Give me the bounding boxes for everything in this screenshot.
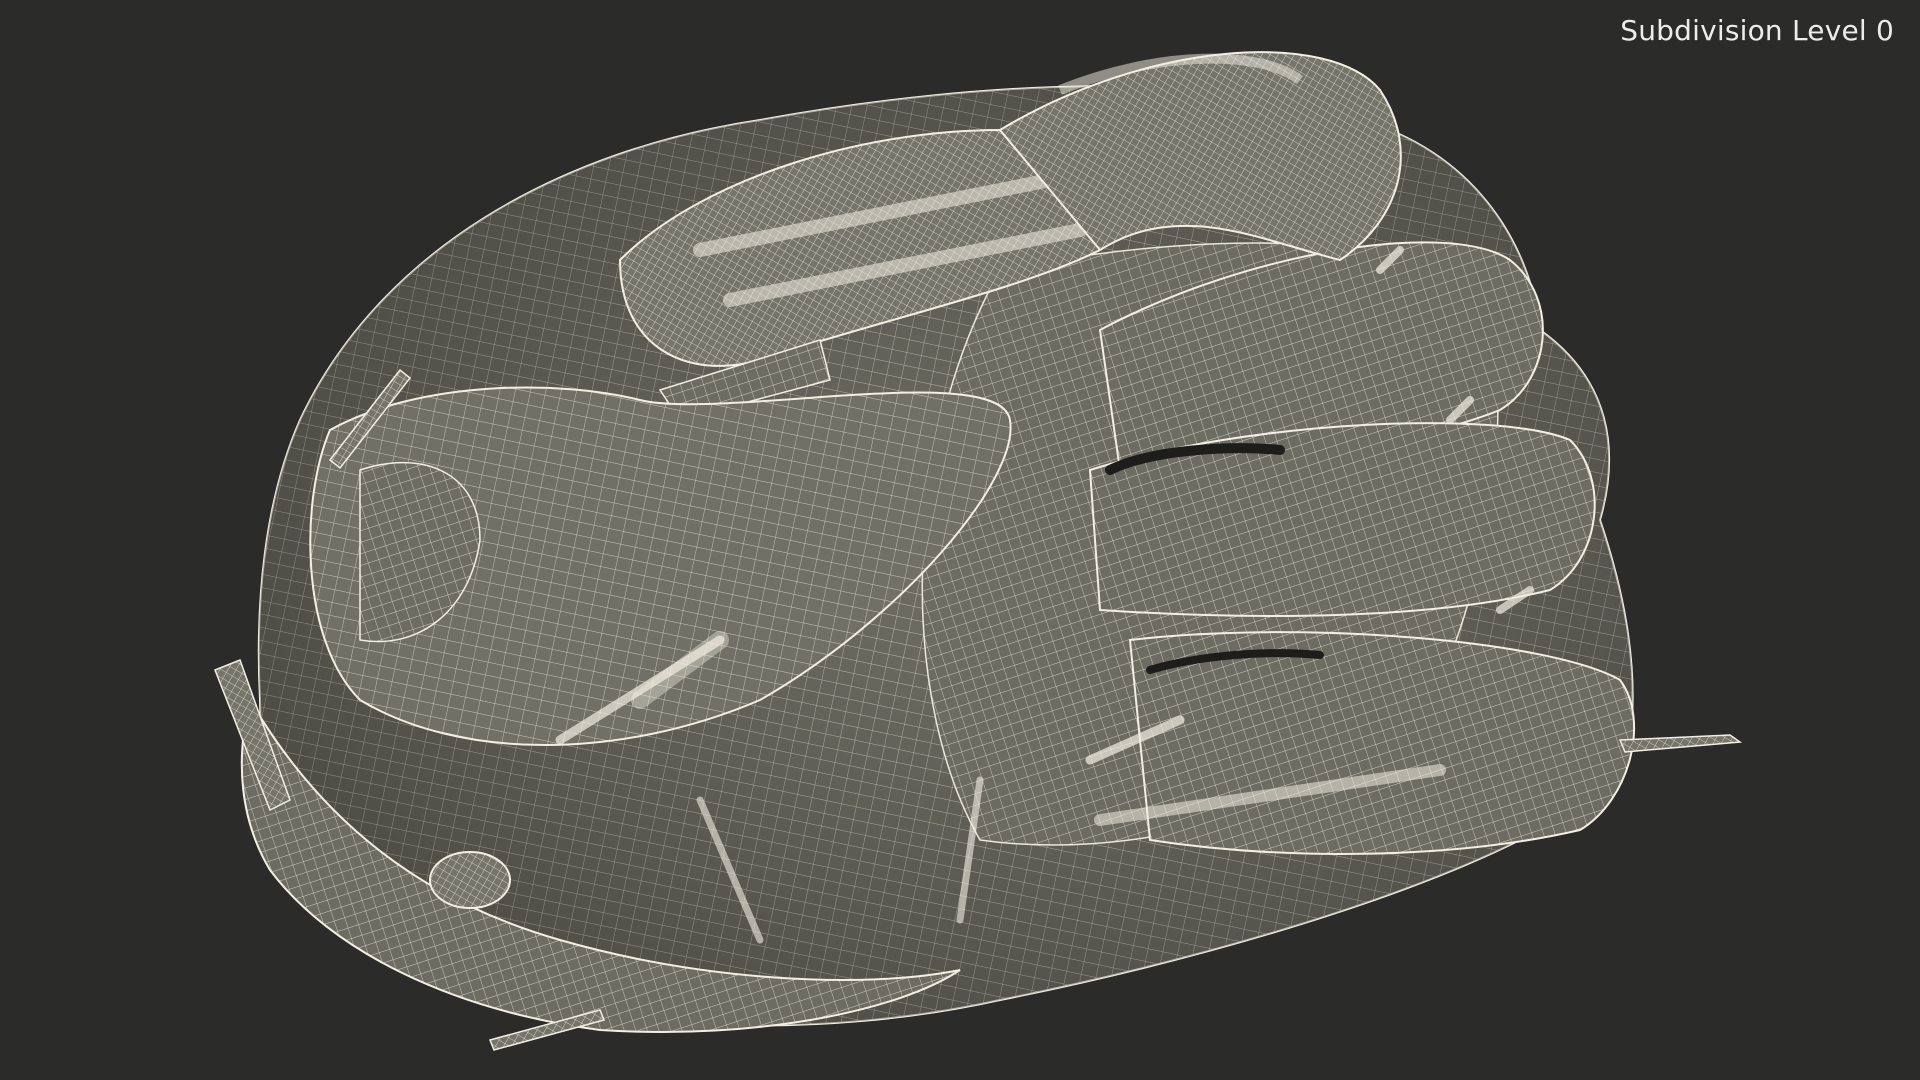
- render-viewport: Subdivision Level 0: [0, 0, 1920, 1080]
- lace-tail-right: [1618, 734, 1743, 753]
- glove-finger-3: [1128, 631, 1635, 855]
- glove-finger-2: [1088, 422, 1596, 617]
- subdivision-level-label: Subdivision Level 0: [1620, 14, 1894, 47]
- glove-wireframe-render: [214, 51, 1743, 1051]
